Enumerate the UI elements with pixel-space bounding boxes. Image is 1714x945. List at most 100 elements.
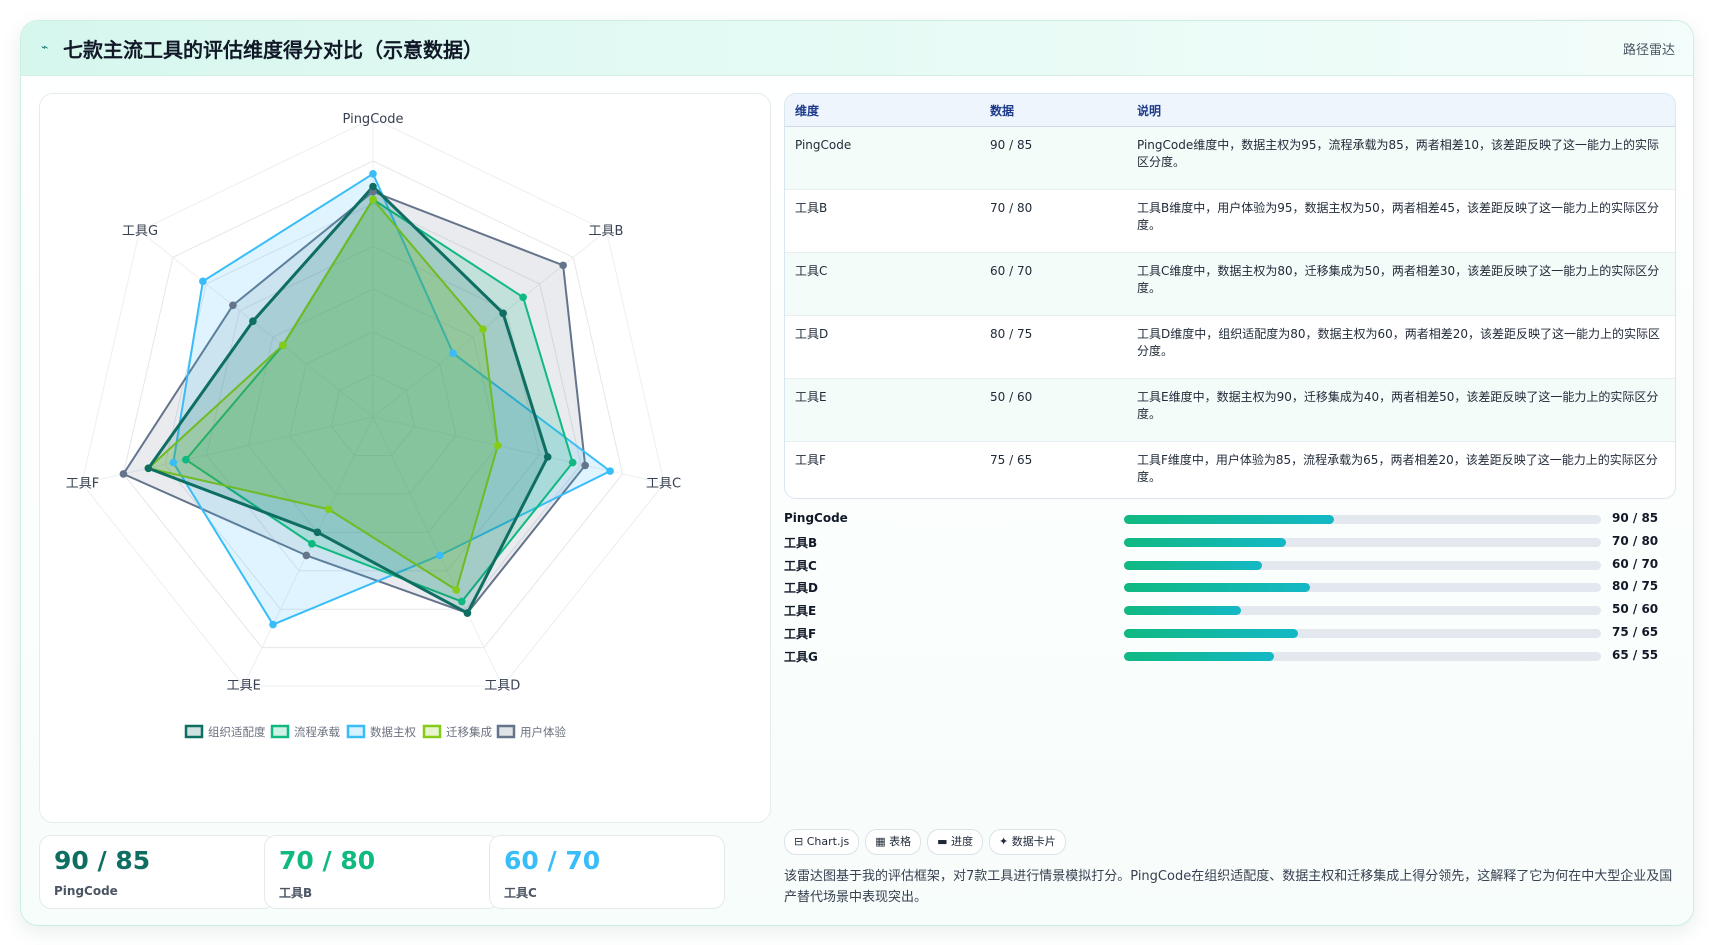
radar-axis-label: 工具D: [484, 678, 520, 693]
progress-value: 80 / 75: [1612, 579, 1659, 594]
progress-track: [1124, 651, 1601, 661]
radar-axis-label: 工具G: [122, 224, 158, 239]
radar-point: [182, 455, 190, 464]
table-cell: 50 / 60: [980, 378, 1127, 442]
table-cell: PingCode维度中，数据主权为95，流程承载为85，两者相差10，该差距反映…: [1127, 126, 1675, 190]
progress-track: [1124, 583, 1601, 593]
chip-table[interactable]: ▦ 表格: [865, 829, 922, 855]
legend-item[interactable]: 迁移集成: [422, 724, 492, 739]
progress-track: [1124, 515, 1601, 524]
radar-point: [279, 341, 287, 349]
progress-track: [1124, 537, 1601, 547]
table-header-cell: 数据: [980, 94, 1127, 127]
stat-card: 60 / 70 工具C: [489, 835, 725, 909]
stat-value: 60 / 70: [504, 846, 601, 875]
chip-progress[interactable]: ▬ 进度: [927, 829, 984, 855]
legend-swatch: [346, 724, 366, 739]
progress-name: PingCode: [784, 511, 848, 525]
radar-point: [606, 467, 614, 475]
table-row: 工具F 75 / 65 工具F维度中，用户体验为85，流程承载为65，两者相差20，…: [785, 441, 1675, 498]
table-cell: 90 / 85: [980, 126, 1127, 190]
legend-label: 组织适配度: [208, 725, 266, 739]
stat-value: 70 / 80: [279, 846, 376, 875]
radar-point: [119, 470, 128, 478]
radar-point: [313, 528, 322, 537]
legend-label: 用户体验: [520, 725, 566, 739]
chip-chart[interactable]: ⊟ Chart.js: [784, 829, 860, 855]
score-table: 维度 数据 说明 PingCode 90 / 85 PingCode维度中，数据主权…: [784, 93, 1676, 499]
progress-value: 75 / 65: [1612, 625, 1659, 639]
table-cell: 工具B: [785, 189, 980, 253]
chip-label: Chart.js: [806, 835, 850, 848]
radar-point: [302, 551, 311, 560]
progress-value: 60 / 70: [1612, 556, 1659, 571]
progress-track: [1124, 629, 1601, 638]
legend-item[interactable]: 流程承载: [270, 724, 340, 739]
dashboard-card: ⌁ 七款主流工具的评估维度得分对比（示意数据） 路径雷达 PingCode 工具B…: [20, 20, 1694, 926]
chart-icon: ⊟: [794, 835, 804, 848]
chip-sparkle[interactable]: ✦ 数据卡片: [989, 829, 1066, 855]
progress-fill: [1124, 629, 1299, 638]
radar-point: [144, 464, 153, 473]
table-row: PingCode 90 / 85 PingCode维度中，数据主权为95，流程承载为…: [785, 126, 1675, 190]
radar-axis-label: 工具B: [589, 224, 624, 239]
radar-point: [568, 458, 577, 467]
legend-item[interactable]: 用户体验: [496, 724, 566, 739]
radar-point: [452, 586, 461, 594]
radar-point: [581, 461, 589, 470]
legend-label: 流程承载: [294, 725, 340, 739]
progress-name: 工具F: [784, 627, 817, 641]
stat-label: 工具B: [279, 886, 313, 900]
stat-label: PingCode: [54, 884, 118, 898]
chart-description: 该雷达图基于我的评估框架，对7款工具进行情景模拟打分。PingCode在组织适配…: [784, 869, 1673, 905]
radar-point: [269, 620, 277, 629]
legend-label: 数据主权: [370, 725, 416, 739]
radar-point: [543, 453, 552, 461]
progress-row: 工具E 50 / 60: [784, 600, 1674, 620]
chip-label: 数据卡片: [1011, 835, 1056, 848]
table-cell: 70 / 80: [980, 189, 1127, 253]
progress-row: 工具B 70 / 80: [784, 532, 1674, 552]
radar-point: [169, 458, 178, 467]
table-cell: PingCode: [785, 126, 980, 190]
stat-card: 70 / 80 工具B: [264, 835, 500, 909]
progress-row: 工具D 80 / 75: [784, 577, 1674, 597]
radar-point: [519, 293, 527, 302]
radar-chart-panel: PingCode 工具B 工具C 工具D 工具E 工具F 工具G 组织适配度 流程承载 数据主权 迁…: [39, 93, 771, 823]
table-row: 工具E 50 / 60 工具E维度中，数据主权为90，迁移集成为40，两者相差50，…: [785, 378, 1675, 442]
radar-chart: PingCode 工具B 工具C 工具D 工具E 工具F 工具G 组织适配度 流程承载 数据主权 迁…: [66, 112, 681, 739]
legend-swatch: [496, 724, 516, 739]
progress-fill: [1124, 515, 1334, 524]
table-row: 工具B 70 / 80 工具B维度中，用户体验为95，数据主权为50，两者相差45，…: [785, 189, 1675, 253]
table-icon: ▦: [875, 835, 886, 848]
progress-name: 工具D: [784, 581, 818, 596]
legend-swatch: [270, 724, 290, 739]
progress-track: [1124, 606, 1601, 616]
table-cell: 工具B维度中，用户体验为95，数据主权为50，两者相差45，该差距反映了这一能力…: [1127, 189, 1675, 253]
table-header-cell: 维度: [785, 94, 980, 127]
progress-name: 工具C: [784, 558, 817, 573]
legend-item[interactable]: 组织适配度: [184, 724, 266, 739]
radar-axis-label: 工具E: [227, 678, 261, 693]
chip-label: 表格: [889, 835, 912, 848]
table-header-cell: 说明: [1127, 94, 1675, 127]
radar-axis-label: 工具F: [66, 476, 99, 491]
progress-fill: [1124, 560, 1263, 570]
radar-axis-label: PingCode: [343, 112, 404, 127]
stat-card: 90 / 85 PingCode: [39, 835, 275, 909]
table-cell: 工具F维度中，用户体验为85，流程承载为65，两者相差20，该差距反映了这一能力…: [1127, 441, 1675, 498]
legend-item[interactable]: 数据主权: [346, 724, 416, 739]
progress-row: PingCode 90 / 85: [784, 509, 1674, 529]
progress-fill: [1124, 651, 1275, 661]
progress-row: 工具C 60 / 70: [784, 555, 1674, 575]
radar-point: [369, 195, 377, 204]
legend-swatch: [422, 724, 442, 739]
progress-name: 工具E: [784, 604, 817, 619]
progress-fill: [1124, 606, 1241, 616]
radar-point: [369, 170, 377, 178]
table-header-row: 维度 数据 说明: [785, 94, 1675, 127]
table-row: 工具C 60 / 70 工具C维度中，数据主权为80，迁移集成为50，两者相差30，…: [785, 252, 1675, 316]
page-title: 七款主流工具的评估维度得分对比（示意数据）: [63, 38, 483, 62]
wave-icon: ⌁: [41, 40, 49, 54]
table-cell: 工具F: [785, 441, 980, 498]
